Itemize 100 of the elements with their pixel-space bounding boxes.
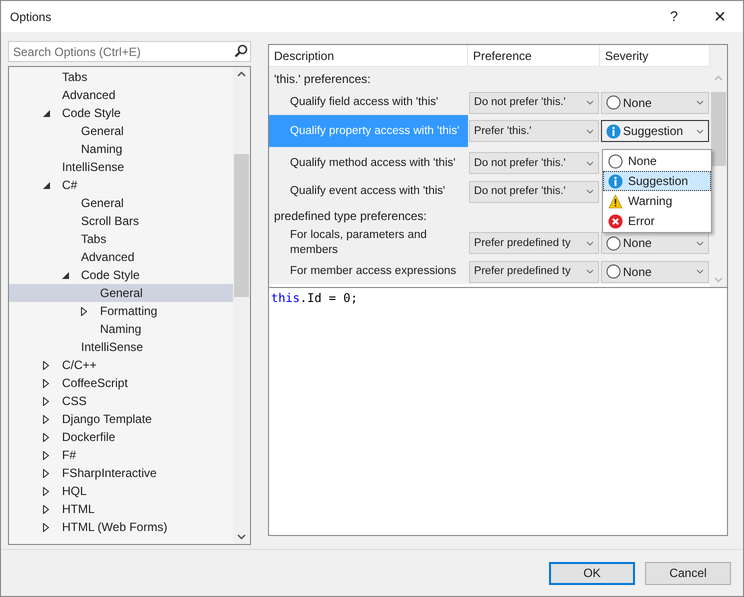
search-icon[interactable] xyxy=(234,44,248,58)
severity-dropdown[interactable]: None xyxy=(601,92,709,114)
tree-item[interactable]: Tabs xyxy=(9,230,233,248)
tree-item[interactable]: HTML (Web Forms) xyxy=(9,518,233,536)
collapsed-triangle-icon[interactable] xyxy=(43,414,49,424)
tree-item-label: HTML xyxy=(62,501,95,518)
close-button[interactable]: × xyxy=(697,1,743,32)
tree-item-label: Tabs xyxy=(81,231,106,248)
dropdown-option[interactable]: Suggestion xyxy=(603,171,711,191)
tree-item-label: Code Style xyxy=(62,105,121,122)
collapsed-triangle-icon[interactable] xyxy=(43,360,49,370)
tree-item-label: Scroll Bars xyxy=(81,213,140,230)
tree-item[interactable]: Code Style xyxy=(9,104,233,122)
preference-dropdown[interactable]: Prefer predefined ty xyxy=(469,260,599,282)
tree-item[interactable]: F# xyxy=(9,446,233,464)
tree-item[interactable]: Code Style xyxy=(9,266,233,284)
tree-item-label: Naming xyxy=(81,141,122,158)
tree-item-label: Tabs xyxy=(62,69,88,86)
column-header[interactable]: Description xyxy=(269,45,468,66)
tree-item-label: C/C++ xyxy=(62,357,97,374)
expanded-triangle-icon[interactable] xyxy=(62,272,69,278)
preference-dropdown[interactable]: Do not prefer 'this.' xyxy=(469,152,599,174)
tree-item[interactable]: Advanced xyxy=(9,248,233,266)
chevron-down-icon xyxy=(696,100,704,105)
tree-item[interactable]: Formatting xyxy=(9,302,233,320)
preference-dropdown[interactable]: Prefer predefined ty xyxy=(469,232,599,254)
tree-item-label: Advanced xyxy=(81,249,134,266)
tree-item-label: General xyxy=(100,285,143,302)
tree-item-label: CoffeeScript xyxy=(62,375,128,392)
dropdown-option[interactable]: None xyxy=(603,151,711,171)
preference-dropdown[interactable]: Do not prefer 'this.' xyxy=(469,92,599,114)
tree-item-label: HTML (Web Forms) xyxy=(62,519,168,536)
severity-dropdown[interactable]: Suggestion xyxy=(601,120,709,142)
tree-item-label: Advanced xyxy=(62,87,116,104)
tree-item[interactable]: Naming xyxy=(9,140,233,158)
group-header: 'this.' preferences: xyxy=(269,67,710,90)
code-preview: this.Id = 0; xyxy=(270,290,359,307)
collapsed-triangle-icon[interactable] xyxy=(43,504,49,514)
tree-item-label: Dockerfile xyxy=(62,429,116,446)
tree-item[interactable]: C/C++ xyxy=(9,356,233,374)
tree-item-label: FSharpInteractive xyxy=(62,465,157,482)
ok-button[interactable]: OK xyxy=(549,562,635,584)
empty-circle-icon xyxy=(606,264,621,279)
scroll-up-icon[interactable] xyxy=(237,71,246,77)
preference-dropdown[interactable]: Prefer 'this.' xyxy=(469,120,599,142)
tree-item[interactable]: HQL xyxy=(9,482,233,500)
error-icon xyxy=(608,214,623,228)
collapsed-triangle-icon[interactable] xyxy=(43,468,49,478)
help-button[interactable]: ? xyxy=(651,1,697,32)
preference-dropdown[interactable]: Do not prefer 'this.' xyxy=(469,180,599,202)
tree-item-label: F# xyxy=(62,447,76,464)
tree-item-label: CSS xyxy=(62,393,87,410)
tree-item-label: HQL xyxy=(62,483,87,500)
scroll-down-icon[interactable] xyxy=(237,534,246,540)
collapsed-triangle-icon[interactable] xyxy=(43,486,49,496)
tree-item-label: IntelliSense xyxy=(62,159,124,176)
tree-item[interactable]: Dockerfile xyxy=(9,428,233,446)
tree-item-label: Formatting xyxy=(100,303,158,320)
tree-item[interactable]: Advanced xyxy=(9,86,233,104)
vertical-scrollbar[interactable] xyxy=(233,67,250,544)
tree-item[interactable]: Scroll Bars xyxy=(9,212,233,230)
window-title: Options xyxy=(10,8,52,26)
severity-dropdown[interactable]: None xyxy=(601,232,709,254)
chevron-down-icon xyxy=(696,240,704,246)
expanded-triangle-icon[interactable] xyxy=(43,110,50,116)
collapsed-triangle-icon[interactable] xyxy=(43,396,49,406)
tree-item[interactable]: CSS xyxy=(9,392,233,410)
collapsed-triangle-icon[interactable] xyxy=(81,306,87,316)
collapsed-triangle-icon[interactable] xyxy=(43,450,49,460)
chevron-down-icon xyxy=(586,128,594,134)
chevron-down-icon xyxy=(586,189,594,194)
tree-item[interactable]: General xyxy=(9,284,233,302)
chevron-down-icon xyxy=(586,240,594,246)
collapsed-triangle-icon[interactable] xyxy=(43,522,49,532)
column-header[interactable]: Preference xyxy=(468,45,600,66)
tree-item[interactable]: Naming xyxy=(9,320,233,338)
tree-item[interactable]: HTML xyxy=(9,500,233,518)
tree-item[interactable]: IntelliSense xyxy=(9,158,233,176)
empty-circle-icon xyxy=(606,236,621,250)
tree-item[interactable]: IntelliSense xyxy=(9,338,233,356)
collapsed-triangle-icon[interactable] xyxy=(43,432,49,442)
cancel-button[interactable]: Cancel xyxy=(645,562,731,584)
chevron-down-icon xyxy=(586,269,594,274)
collapsed-triangle-icon[interactable] xyxy=(43,378,49,388)
tree-item[interactable]: General xyxy=(9,122,233,140)
info-icon xyxy=(608,174,623,188)
tree-item[interactable]: Django Template xyxy=(9,410,233,428)
tree-item[interactable]: CoffeeScript xyxy=(9,374,233,392)
chevron-down-icon xyxy=(696,128,704,134)
tree-item[interactable]: General xyxy=(9,194,233,212)
tree-item-label: Code Style xyxy=(81,267,140,284)
expanded-triangle-icon[interactable] xyxy=(43,182,50,188)
tree-item-label: IntelliSense xyxy=(81,339,144,356)
tree-item[interactable]: FSharpInteractive xyxy=(9,464,233,482)
search-field[interactable]: Search Options (Ctrl+E) xyxy=(8,41,251,62)
severity-dropdown[interactable]: None xyxy=(601,260,709,282)
tree-item[interactable]: C# xyxy=(9,176,233,194)
chevron-down-icon xyxy=(696,269,704,274)
tree-item[interactable]: Tabs xyxy=(9,68,233,86)
tree-item-label: General xyxy=(81,123,124,140)
